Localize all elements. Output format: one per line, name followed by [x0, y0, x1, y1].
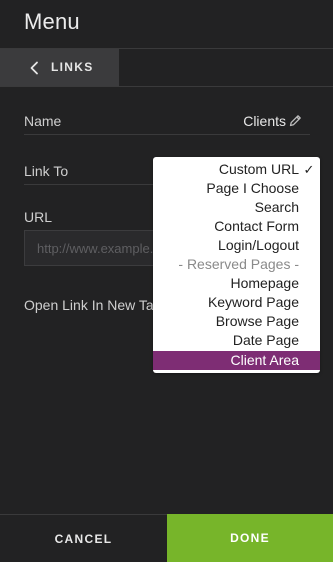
tab-bar: LINKS	[0, 49, 333, 87]
dropdown-option-date-page[interactable]: Date Page	[153, 331, 320, 350]
url-label: URL	[24, 209, 53, 225]
done-button[interactable]: DONE	[167, 514, 333, 562]
dropdown-option-login-logout[interactable]: Login/Logout	[153, 236, 320, 255]
name-value[interactable]: Clients	[243, 113, 286, 129]
name-label: Name	[24, 113, 62, 129]
cancel-button[interactable]: CANCEL	[0, 515, 167, 562]
dropdown-option-search[interactable]: Search	[153, 198, 320, 217]
app-header: Menu	[0, 0, 333, 49]
dropdown-option-page-i-choose[interactable]: Page I Choose	[153, 179, 320, 198]
new-tab-label: Open Link In New Tab	[24, 297, 162, 313]
name-row: Name Clients	[24, 111, 310, 135]
checkmark-icon: ✓	[303, 162, 315, 177]
dropdown-option-browse-page[interactable]: Browse Page	[153, 312, 320, 331]
page-title: Menu	[24, 9, 80, 34]
footer-bar: CANCEL DONE	[0, 514, 333, 562]
dropdown-option-homepage[interactable]: Homepage	[153, 274, 320, 293]
chevron-left-icon	[30, 61, 38, 75]
back-tab-label: LINKS	[51, 60, 94, 74]
dropdown-option-contact-form[interactable]: Contact Form	[153, 217, 320, 236]
dropdown-group-reserved-pages: - Reserved Pages -	[178, 256, 299, 272]
back-to-links-tab[interactable]: LINKS	[0, 49, 119, 86]
link-to-dropdown[interactable]: Custom URL ✓ Page I Choose Search Contac…	[153, 157, 320, 373]
dropdown-option-keyword-page[interactable]: Keyword Page	[153, 293, 320, 312]
pencil-icon[interactable]	[289, 114, 302, 127]
dropdown-option-client-area[interactable]: Client Area	[153, 351, 320, 370]
dropdown-option-custom-url[interactable]: Custom URL ✓	[153, 160, 320, 179]
link-to-label: Link To	[24, 163, 69, 179]
